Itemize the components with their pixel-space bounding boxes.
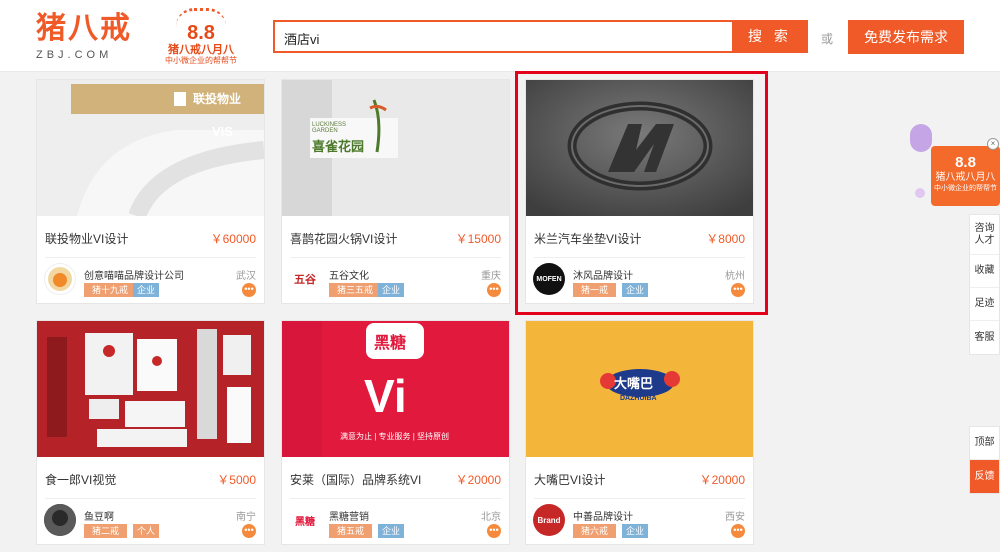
card-price: ￥20000 bbox=[699, 473, 745, 487]
chat-icon[interactable]: ••• bbox=[242, 524, 256, 538]
card-price: ￥20000 bbox=[455, 473, 501, 487]
card-title[interactable]: 大嘴巴VI设计 bbox=[534, 471, 605, 488]
type-badge: 企业 bbox=[133, 283, 160, 297]
publish-demand-button[interactable]: 免费发布需求 bbox=[848, 20, 964, 54]
service-card[interactable]: 黑糖 Vi 满意为止 | 专业服务 | 坚持原创 安莱（国际）品牌系统VI ￥2… bbox=[281, 320, 510, 545]
card-thumbnail[interactable]: 黑糖 Vi 满意为止 | 专业服务 | 坚持原创 bbox=[282, 321, 509, 457]
promo-date: 8.8 bbox=[955, 154, 976, 171]
card-thumbnail[interactable] bbox=[37, 321, 264, 457]
level-badge: 猪五戒 bbox=[329, 524, 373, 538]
sidebar-item-history[interactable]: 足迹 bbox=[970, 288, 999, 321]
shop-city: 武汉 bbox=[236, 271, 256, 282]
type-badge: 企业 bbox=[378, 283, 405, 297]
search-button[interactable]: 搜 索 bbox=[732, 20, 808, 53]
shop-avatar[interactable]: Brand bbox=[533, 504, 565, 536]
floating-festival-promo[interactable]: 8.8 猪八戒八月八 中小微企业的帮帮节 × bbox=[905, 120, 1000, 212]
right-toolbar: 咨询人才 收藏 足迹 客服 bbox=[969, 214, 1000, 355]
service-card[interactable]: LUCKINESS GARDEN 喜雀花园 喜鹊花园火锅VI设计 ￥15000 … bbox=[281, 79, 510, 304]
shop-city: 北京 bbox=[481, 512, 501, 523]
cover-brand-sub: LUCKINESS GARDEN bbox=[312, 122, 347, 134]
shop-name[interactable]: 五谷文化 bbox=[329, 267, 369, 282]
promo-title: 猪八戒八月八 bbox=[935, 172, 996, 183]
card-title[interactable]: 喜鹊花园火锅VI设计 bbox=[290, 230, 397, 247]
sidebar-item-favorites[interactable]: 收藏 bbox=[970, 255, 999, 288]
search-input[interactable]: 酒店vi bbox=[273, 20, 733, 53]
promo-title: 猪八戒八月八 bbox=[168, 44, 234, 56]
logo-text: 猪八戒 bbox=[36, 11, 132, 46]
card-price: ￥60000 bbox=[210, 232, 256, 246]
cat-logo-icon bbox=[48, 267, 72, 291]
close-icon[interactable]: × bbox=[987, 138, 999, 150]
service-card[interactable]: 大嘴巴 DAZHUIBA 大嘴巴VI设计 ￥20000 Brand 中善品牌设计… bbox=[525, 320, 754, 545]
shop-avatar[interactable] bbox=[44, 504, 76, 536]
promo-subtitle: 中小微企业的帮帮节 bbox=[934, 185, 997, 192]
cover-brand-text: 黑糖 bbox=[374, 335, 407, 352]
cover-vi-text: Vi bbox=[364, 370, 407, 422]
card-thumbnail[interactable]: VIS 联投物业 bbox=[37, 80, 264, 216]
service-card[interactable]: VIS 联投物业 联投物业VI设计 ￥60000 创意喵喵品牌设计公司 武汉 猪… bbox=[36, 79, 265, 304]
sidebar-item-service[interactable]: 客服 bbox=[970, 321, 999, 354]
card-price: ￥15000 bbox=[455, 232, 501, 246]
shop-name[interactable]: 黑糖营销 bbox=[329, 508, 369, 523]
type-badge: 企业 bbox=[622, 524, 649, 538]
selection-highlight-box bbox=[515, 71, 768, 315]
shop-city: 南宁 bbox=[236, 512, 256, 523]
cover-brand-text: 喜雀花园 bbox=[312, 139, 365, 154]
chat-icon[interactable]: ••• bbox=[242, 283, 256, 297]
divider bbox=[45, 498, 256, 499]
zbj-logo[interactable]: 猪八戒 ZBJ.COM bbox=[36, 12, 136, 64]
balloon-icon bbox=[910, 124, 932, 152]
divider bbox=[534, 498, 745, 499]
level-badge: 猪三五戒 bbox=[329, 283, 382, 297]
shop-name[interactable]: 鱼豆啊 bbox=[84, 508, 114, 523]
cover-slogan: 满意为止 | 专业服务 | 坚持原创 bbox=[340, 432, 450, 441]
stationery-mockup-cover-image bbox=[37, 321, 264, 457]
card-thumbnail[interactable]: LUCKINESS GARDEN 喜雀花园 bbox=[282, 80, 509, 216]
or-label: 或 bbox=[821, 32, 834, 46]
card-title[interactable]: 安莱（国际）品牌系统VI bbox=[290, 471, 421, 488]
right-toolbar-bottom: 顶部 反馈 bbox=[969, 426, 1000, 494]
feedback-button[interactable]: 反馈 bbox=[970, 460, 999, 493]
avatar-portrait-icon bbox=[44, 504, 76, 536]
service-card[interactable]: 食一郎VI视觉 ￥5000 鱼豆啊 南宁 猪二戒 个人 ••• bbox=[36, 320, 265, 545]
cover-brand-text: 联投物业 bbox=[193, 92, 242, 106]
level-badge: 猪六戒 bbox=[573, 524, 617, 538]
level-badge: 猪二戒 bbox=[84, 524, 128, 538]
card-title[interactable]: 联投物业VI设计 bbox=[45, 230, 128, 247]
bubble-icon bbox=[915, 188, 925, 198]
divider bbox=[290, 498, 501, 499]
back-to-top-button[interactable]: 顶部 bbox=[970, 427, 999, 460]
sidebar-item-consult[interactable]: 咨询人才 bbox=[970, 215, 999, 255]
shop-avatar[interactable]: 黑糖 bbox=[289, 504, 321, 536]
chat-icon[interactable]: ••• bbox=[487, 524, 501, 538]
shop-avatar[interactable]: 五谷 bbox=[289, 263, 321, 295]
shop-city: 西安 bbox=[725, 512, 745, 523]
chat-icon[interactable]: ••• bbox=[731, 524, 745, 538]
card-title[interactable]: 食一郎VI视觉 bbox=[45, 471, 116, 488]
promo-subtitle: 中小微企业的帮帮节 bbox=[165, 56, 237, 65]
card-price: ￥5000 bbox=[217, 473, 256, 487]
divider bbox=[290, 257, 501, 258]
shop-city: 重庆 bbox=[481, 271, 501, 282]
festival-promo-logo[interactable]: 8.8 猪八戒八月八 中小微企业的帮帮节 bbox=[160, 8, 242, 66]
cover-brand-sub: DAZHUIBA bbox=[620, 395, 657, 402]
logo-domain: ZBJ.COM bbox=[36, 49, 113, 61]
chat-icon[interactable]: ••• bbox=[487, 283, 501, 297]
type-badge: 个人 bbox=[133, 524, 160, 538]
vis-label: VIS bbox=[212, 124, 233, 139]
shop-avatar-text: Brand bbox=[537, 515, 561, 525]
shop-avatar[interactable] bbox=[44, 263, 76, 295]
cover-brand-text: 大嘴巴 bbox=[614, 376, 654, 391]
top-header: 猪八戒 ZBJ.COM 8.8 猪八戒八月八 中小微企业的帮帮节 酒店vi 搜 … bbox=[0, 0, 1000, 72]
shop-name[interactable]: 创意喵喵品牌设计公司 bbox=[84, 267, 184, 282]
card-thumbnail[interactable]: 大嘴巴 DAZHUIBA bbox=[526, 321, 753, 457]
shop-avatar-text: 黑糖 bbox=[295, 516, 315, 528]
type-badge: 企业 bbox=[378, 524, 405, 538]
divider bbox=[45, 257, 256, 258]
level-badge: 猪十九戒 bbox=[84, 283, 137, 297]
shop-name[interactable]: 中善品牌设计 bbox=[573, 508, 633, 523]
shop-avatar-text: 五谷 bbox=[294, 274, 316, 286]
firework-icon bbox=[176, 8, 226, 26]
promo-badge[interactable]: 8.8 猪八戒八月八 中小微企业的帮帮节 bbox=[931, 146, 1000, 206]
